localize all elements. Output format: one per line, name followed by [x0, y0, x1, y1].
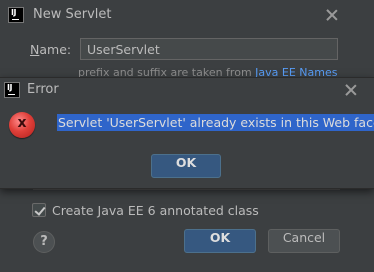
servlet-name-input[interactable] — [80, 38, 338, 60]
error-ok-button[interactable]: OK — [151, 154, 221, 178]
intellij-icon — [4, 82, 20, 98]
intellij-icon — [8, 7, 24, 23]
error-icon — [9, 112, 35, 138]
name-label-mnemonic: N — [30, 42, 40, 57]
error-dialog: Error Servlet 'UserServlet' already exis… — [0, 77, 374, 189]
servlet-dialog-title: New Servlet — [33, 7, 112, 22]
name-label: Name: — [30, 42, 71, 57]
servlet-ok-button[interactable]: OK — [184, 229, 256, 253]
annotated-class-label[interactable]: Create Java EE 6 annotated class — [52, 203, 259, 218]
name-label-text: ame: — [39, 42, 72, 57]
error-dialog-title: Error — [27, 82, 59, 97]
error-dialog-titlebar[interactable]: Error — [0, 78, 374, 108]
servlet-cancel-button[interactable]: Cancel — [268, 229, 340, 253]
error-message: Servlet 'UserServlet' already exists in … — [57, 114, 374, 131]
close-icon[interactable] — [344, 83, 358, 97]
close-icon[interactable] — [325, 8, 339, 22]
servlet-dialog-titlebar[interactable]: New Servlet — [0, 0, 374, 30]
annotated-class-checkbox[interactable] — [32, 203, 46, 217]
help-button[interactable]: ? — [33, 231, 55, 253]
